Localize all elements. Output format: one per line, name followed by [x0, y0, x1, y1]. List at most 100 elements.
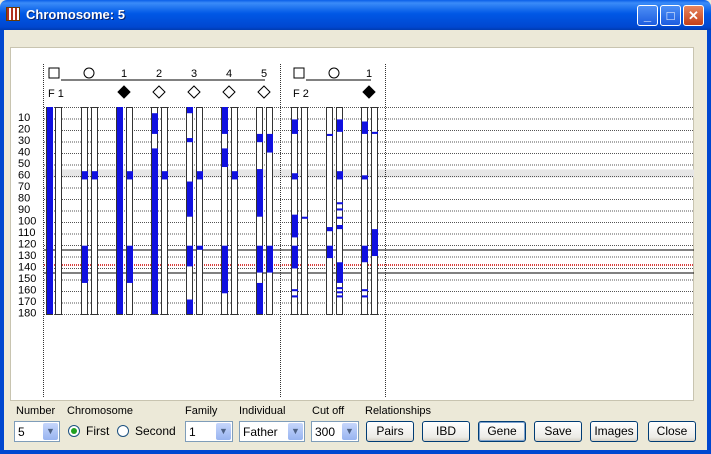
haplotype-segment [187, 245, 193, 267]
save-button[interactable]: Save [534, 421, 582, 442]
family-label-f1: F 1 [48, 88, 64, 100]
row-label: 140 [18, 262, 36, 274]
chromosome-bar [91, 107, 98, 315]
haplotype-segment [362, 121, 368, 134]
close-button[interactable]: Close [648, 421, 696, 442]
gene-button[interactable]: Gene [478, 421, 526, 442]
haplotype-segment [337, 291, 343, 294]
haplotype-segment [337, 171, 343, 180]
child-symbol [257, 85, 271, 99]
haplotype-segment [162, 171, 168, 180]
minimize-button[interactable]: _ [637, 5, 658, 26]
cutoff-label: Cut off [312, 405, 345, 417]
haplotype-segment [292, 245, 298, 269]
individual-number: 3 [191, 68, 197, 80]
child-symbol [222, 85, 236, 99]
individual-label: Individual [239, 405, 286, 417]
row-label: 50 [18, 158, 30, 170]
haplotype-segment [362, 295, 368, 298]
pairs-button[interactable]: Pairs [366, 421, 414, 442]
child-symbol [152, 85, 166, 99]
haplotype-segment [337, 202, 343, 205]
app-window: Chromosome: 5 _ □ ✕ 10 20 30 40 50 60 70 80 90 10… [0, 0, 711, 454]
row-label: 130 [18, 250, 36, 262]
chevron-down-icon: ▼ [43, 423, 58, 440]
haplotype-segment [327, 245, 333, 259]
window-frame-right [707, 30, 711, 454]
row-label: 170 [18, 296, 36, 308]
row-label: 80 [18, 193, 30, 205]
haplotype-segment [257, 133, 263, 143]
number-value: 5 [18, 425, 25, 439]
row-label: 70 [18, 181, 30, 193]
haplotype-segment [292, 119, 298, 134]
haplotype-segment [82, 245, 88, 283]
haplotype-chart: 1020304050607080901001101201301401501601… [18, 64, 694, 398]
child-symbol [362, 85, 376, 99]
row-label: 40 [18, 147, 30, 159]
haplotype-segment [257, 282, 263, 314]
window-title: Chromosome: 5 [26, 7, 125, 22]
haplotype-segment [82, 171, 88, 180]
haplotype-segment [257, 245, 263, 273]
chromosome-bar [326, 107, 333, 315]
cutoff-select[interactable]: 300 ▼ [311, 421, 359, 442]
individual-number: 1 [121, 68, 127, 80]
chromosome-bar [361, 107, 368, 315]
haplotype-segment [187, 299, 193, 314]
row-label: 110 [18, 227, 36, 239]
second-radio[interactable] [117, 425, 129, 437]
haplotype-segment [337, 224, 343, 230]
ibd-button[interactable]: IBD [422, 421, 470, 442]
haplotype-segment [152, 148, 158, 314]
chevron-down-icon: ▼ [288, 423, 303, 440]
haplotype-segment [292, 289, 298, 292]
number-label: Number [16, 405, 56, 417]
haplotype-segment [372, 131, 378, 134]
row-label: 150 [18, 273, 36, 285]
relationships-label: Relationships [365, 405, 432, 417]
first-radio[interactable] [68, 425, 80, 437]
haplotype-segment [222, 148, 228, 168]
individual-select[interactable]: Father ▼ [239, 421, 305, 442]
haplotype-segment [127, 245, 133, 283]
haplotype-segment [292, 295, 298, 298]
row-label: 30 [18, 135, 30, 147]
haplotype-segment [187, 107, 193, 114]
haplotype-segment [267, 133, 273, 153]
family-select[interactable]: 1 ▼ [185, 421, 233, 442]
female-symbol [328, 67, 340, 79]
child-symbol [117, 85, 131, 99]
individual-number: 5 [261, 68, 267, 80]
first-radio-label: First [86, 424, 110, 438]
chromosome-bar [301, 107, 308, 315]
haplotype-segment [222, 245, 228, 294]
haplotype-segment [292, 173, 298, 180]
app-icon [6, 7, 20, 21]
chromosome-bar [196, 107, 203, 315]
haplotype-segment [327, 133, 333, 136]
haplotype-segment [337, 119, 343, 132]
haplotype-segment [92, 171, 98, 180]
haplotype-segment [187, 181, 193, 217]
title-bar[interactable]: Chromosome: 5 _ □ ✕ [0, 0, 711, 30]
haplotype-segment [327, 227, 333, 232]
haplotype-segment [337, 295, 343, 298]
number-select[interactable]: 5 ▼ [14, 421, 60, 442]
haplotype-segment [362, 289, 368, 292]
family-label-f2: F 2 [293, 88, 309, 100]
row-label: 100 [18, 216, 36, 228]
chevron-down-icon: ▼ [216, 423, 231, 440]
maximize-button[interactable]: □ [660, 5, 681, 26]
close-window-button[interactable]: ✕ [683, 5, 704, 26]
haplotype-segment [362, 245, 368, 263]
individual-value: Father [243, 425, 278, 439]
male-symbol [293, 67, 305, 79]
images-button[interactable]: Images [590, 421, 638, 442]
haplotype-segment [337, 262, 343, 283]
haplotype-segment [117, 107, 123, 314]
window-frame-left [0, 30, 4, 454]
row-label: 90 [18, 204, 30, 216]
chromosome-bar [81, 107, 88, 315]
individual-number: 4 [226, 68, 232, 80]
